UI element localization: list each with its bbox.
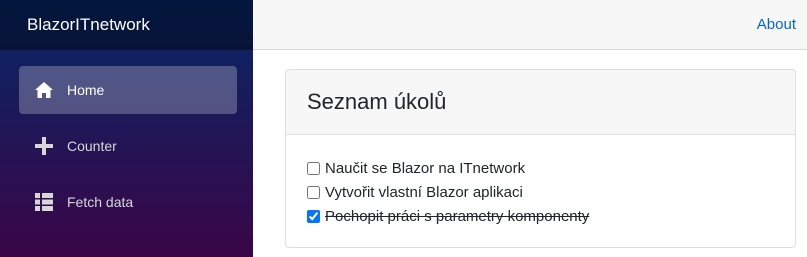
brand-link[interactable]: BlazorITnetwork (27, 15, 150, 35)
task-checkbox[interactable] (307, 161, 320, 175)
task-label: Pochopit práci s parametry komponenty (325, 207, 590, 225)
task-item[interactable]: Vytvořit vlastní Blazor aplikaci (307, 180, 795, 204)
task-label: Vytvořit vlastní Blazor aplikaci (325, 183, 523, 201)
sidebar-item-label: Home (67, 82, 105, 98)
top-row: About (253, 0, 807, 50)
sidebar-item-home[interactable]: Home (19, 66, 237, 114)
card-header: Seznam úkolů (286, 70, 795, 135)
page-title: Seznam úkolů (307, 89, 447, 114)
nav-menu: Home Counter Fetch data (0, 50, 253, 226)
sidebar-item-label: Fetch data (67, 194, 134, 210)
sidebar-item-counter[interactable]: Counter (19, 122, 237, 170)
list-icon (35, 193, 53, 211)
plus-icon (35, 137, 53, 155)
about-link[interactable]: About (757, 16, 796, 33)
task-label: Naučit se Blazor na ITnetwork (325, 159, 526, 177)
home-icon (35, 81, 53, 99)
task-checkbox[interactable] (307, 209, 320, 223)
sidebar-header: BlazorITnetwork (0, 0, 253, 50)
task-card: Seznam úkolů Naučit se Blazor na ITnetwo… (285, 69, 796, 248)
sidebar: BlazorITnetwork Home Counter Fetch data (0, 0, 253, 257)
task-list: Naučit se Blazor na ITnetwork Vytvořit v… (286, 135, 795, 228)
sidebar-item-label: Counter (67, 138, 117, 154)
sidebar-item-fetch-data[interactable]: Fetch data (19, 178, 237, 226)
task-checkbox[interactable] (307, 185, 320, 199)
task-item[interactable]: Pochopit práci s parametry komponenty (307, 204, 795, 228)
task-item[interactable]: Naučit se Blazor na ITnetwork (307, 156, 795, 180)
